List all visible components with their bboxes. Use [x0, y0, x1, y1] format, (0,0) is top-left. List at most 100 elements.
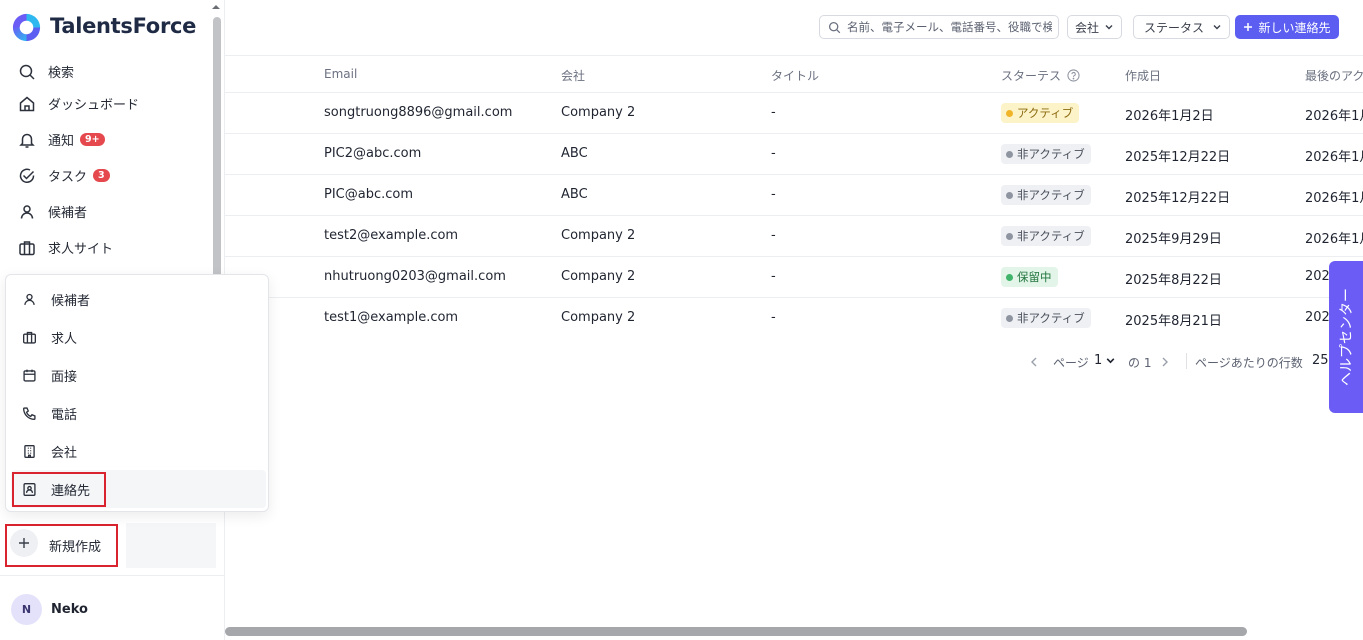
status-filter-label: ステータス	[1144, 20, 1205, 35]
status-badge: 非アクティブ	[1001, 308, 1091, 328]
status-dot	[1006, 314, 1013, 322]
column-header-created[interactable]: 作成日	[1125, 67, 1161, 84]
calendar-icon	[23, 369, 36, 382]
cell-company: Company 2	[561, 269, 636, 284]
sidebar-item-search[interactable]: 検索	[18, 62, 74, 81]
menu-item-job[interactable]: 求人	[22, 328, 77, 347]
status-badge: 保留中	[1001, 267, 1058, 287]
column-header-last-activity[interactable]: 最後のアク	[1305, 67, 1363, 84]
cell-email[interactable]: PIC2@abc.com	[324, 146, 421, 161]
sidebar-item-candidates[interactable]: 候補者	[18, 202, 87, 221]
briefcase-icon	[19, 240, 35, 255]
cell-company: Company 2	[561, 310, 636, 325]
scroll-up-arrow-icon[interactable]	[211, 3, 221, 11]
chevron-left-icon[interactable]	[1029, 356, 1039, 368]
brand-name: TalentsForce	[50, 14, 197, 38]
search-input[interactable]	[847, 20, 1052, 34]
sidebar-item-label: ダッシュボード	[48, 98, 140, 113]
cell-last-activity: 2026年1月	[1305, 191, 1363, 206]
bell-icon	[19, 133, 35, 148]
notification-count-badge: 9+	[80, 133, 105, 146]
sidebar-scrollbar[interactable]	[213, 17, 221, 279]
menu-item-phone[interactable]: 電話	[22, 404, 77, 423]
page-select[interactable]: 1	[1094, 353, 1116, 368]
row-divider	[225, 174, 1363, 175]
row-divider	[225, 215, 1363, 216]
user-icon	[24, 293, 35, 306]
company-filter-button[interactable]: 会社	[1067, 15, 1123, 39]
plus-icon	[1244, 23, 1253, 31]
cell-title: -	[771, 310, 776, 325]
page-number: 1	[1094, 353, 1103, 368]
status-label: 非アクティブ	[1017, 188, 1085, 202]
search-icon	[828, 21, 841, 33]
search-box[interactable]	[819, 15, 1059, 39]
sidebar-item-dashboard[interactable]: ダッシュボード	[18, 94, 139, 113]
chevron-right-icon[interactable]	[1160, 356, 1170, 368]
building-icon	[24, 445, 35, 458]
cell-email[interactable]: test2@example.com	[324, 228, 458, 243]
search-icon	[19, 64, 35, 80]
cell-email[interactable]: test1@example.com	[324, 310, 458, 325]
cell-title: -	[771, 269, 776, 284]
status-dot	[1006, 109, 1013, 117]
column-header-status[interactable]: スターテス	[1001, 67, 1080, 84]
cell-created: 2025年9月29日	[1125, 232, 1222, 247]
create-new-button[interactable]	[5, 524, 118, 567]
row-divider	[225, 256, 1363, 257]
menu-item-candidate[interactable]: 候補者	[22, 290, 90, 309]
status-dot	[1006, 150, 1013, 158]
cell-title: -	[771, 146, 776, 161]
rows-per-page-value[interactable]: 25	[1312, 353, 1329, 368]
avatar[interactable]: N	[11, 594, 42, 625]
horizontal-scrollbar[interactable]	[225, 627, 1247, 636]
cell-last-activity: 2026年1月	[1305, 150, 1363, 165]
status-dot	[1006, 191, 1013, 199]
column-header-company[interactable]: 会社	[561, 67, 585, 84]
cell-company: ABC	[561, 187, 588, 202]
cell-last-activity: 2026年1月	[1305, 109, 1363, 124]
cell-email[interactable]: PIC@abc.com	[324, 187, 413, 202]
menu-item-label: 候補者	[51, 294, 91, 309]
chevron-down-icon	[1105, 25, 1113, 30]
user-icon	[20, 204, 34, 219]
cell-email[interactable]: songtruong8896@gmail.com	[324, 105, 512, 120]
cell-title: -	[771, 105, 776, 120]
cell-created: 2026年1月2日	[1125, 109, 1214, 124]
status-filter-button[interactable]: ステータス	[1133, 15, 1231, 39]
sidebar-divider	[0, 575, 224, 576]
sidebar-item-job-sites[interactable]: 求人サイト	[18, 238, 113, 257]
task-count-badge: 3	[93, 169, 110, 182]
column-header-email[interactable]: Email	[324, 67, 357, 81]
new-contact-button[interactable]: 新しい連絡先	[1235, 15, 1339, 39]
sidebar-item-tasks[interactable]: タスク 3	[18, 166, 110, 185]
help-center-tab[interactable]: ヘルプセンター	[1329, 261, 1363, 413]
menu-item-interview[interactable]: 面接	[22, 366, 77, 385]
cell-title: -	[771, 228, 776, 243]
help-circle-icon[interactable]	[1067, 69, 1080, 82]
page-total: の 1	[1128, 356, 1152, 370]
menu-item-label: 会社	[51, 446, 78, 461]
company-filter-label: 会社	[1075, 20, 1100, 35]
home-icon	[19, 96, 35, 111]
menu-item-contact-highlight-box	[12, 472, 106, 507]
page-label: ページ	[1053, 356, 1089, 370]
sidebar-item-notifications[interactable]: 通知 9+	[18, 130, 105, 149]
cell-created: 2025年12月22日	[1125, 150, 1231, 165]
status-label: 保留中	[1017, 270, 1052, 284]
sidebar-item-label: タスク	[48, 170, 88, 185]
status-label: 非アクティブ	[1017, 229, 1085, 243]
status-badge: 非アクティブ	[1001, 185, 1091, 205]
menu-item-company[interactable]: 会社	[22, 442, 77, 461]
sidebar-item-label: 検索	[48, 66, 75, 81]
column-header-title[interactable]: タイトル	[771, 67, 819, 84]
user-name[interactable]: Neko	[51, 602, 88, 617]
rows-per-page-label: ページあたりの行数	[1195, 356, 1303, 370]
status-dot	[1006, 273, 1013, 281]
cell-last-activity: 2026年1月	[1305, 232, 1363, 247]
status-badge: アクティブ	[1001, 103, 1080, 123]
cell-created: 2025年8月22日	[1125, 273, 1222, 288]
cell-title: -	[771, 187, 776, 202]
menu-item-label: 電話	[51, 408, 78, 423]
cell-email[interactable]: nhutruong0203@gmail.com	[324, 269, 506, 284]
